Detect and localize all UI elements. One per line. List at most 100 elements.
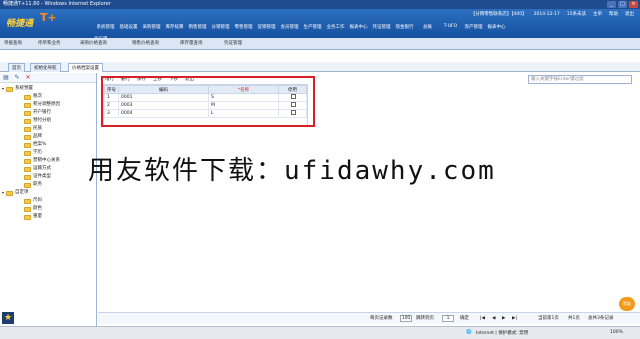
code-cell[interactable]: 0004 <box>118 109 209 118</box>
jump-page-input[interactable]: 1 <box>442 315 454 322</box>
menu-item[interactable]: 采购管理 <box>140 24 163 30</box>
name-cell[interactable]: M <box>208 101 279 110</box>
unread-messages-link[interactable]: 15条未读 <box>567 11 586 18</box>
menu-item[interactable]: 总账 <box>416 24 439 30</box>
menu-item[interactable]: 报表中心 <box>485 24 508 30</box>
disabled-checkbox[interactable] <box>291 94 296 99</box>
column-header-no[interactable]: 序号 <box>104 85 119 94</box>
column-header-code[interactable]: 编码 <box>118 85 209 94</box>
name-cell[interactable]: S <box>208 93 279 102</box>
tree-node[interactable]: 尺码 <box>0 197 96 205</box>
tree-node[interactable]: ▾ 自定项 <box>0 189 96 197</box>
star-icon[interactable]: ★ <box>2 312 14 324</box>
tree-node-label: 职务 <box>33 182 42 187</box>
menu-item[interactable]: 生产管理 <box>301 24 324 30</box>
column-header-disabled[interactable]: 停用 <box>278 85 307 94</box>
folder-icon <box>24 110 31 116</box>
minimize-button[interactable]: _ <box>607 1 616 8</box>
menu-item[interactable]: 会员管理 <box>278 24 301 30</box>
total-records-text: 总共3条记录 <box>588 316 614 321</box>
menu-item[interactable]: 分销管理 <box>209 24 232 30</box>
menu-item[interactable]: 资产管理 <box>462 24 485 30</box>
folder-icon <box>24 214 31 220</box>
table-row[interactable]: 1 0001 S <box>104 93 307 102</box>
quick-tab[interactable]: 单据查询 <box>4 40 22 48</box>
menu-item[interactable]: 零售管理 <box>232 24 255 30</box>
tab-init-guide[interactable]: 初始化导航 <box>30 63 61 72</box>
menu-item[interactable]: 凭证管理 <box>370 24 393 30</box>
maximize-button[interactable]: □ <box>618 1 627 8</box>
company-info[interactable]: 【分销零售联系店】【400】 <box>471 11 527 18</box>
delete-icon[interactable]: ✕ <box>25 75 31 81</box>
tree-node[interactable]: 学历 <box>0 149 96 157</box>
disabled-checkbox[interactable] <box>291 102 296 107</box>
last-page-icon[interactable]: ▶| <box>512 315 517 323</box>
quick-tab[interactable]: 凭证管理 <box>224 40 242 48</box>
filter-input[interactable]: 输入关键字按Enter键过滤 <box>528 75 632 84</box>
tree-node[interactable]: 营销中心关系 <box>0 157 96 165</box>
main-content: 增行 删行 保存 上移 下移 退出 输入关键字按Enter键过滤 序号 编码 *… <box>98 73 640 313</box>
logout-link[interactable]: 退出 <box>625 11 634 18</box>
quick-tab[interactable]: 库存量查询 <box>180 40 203 48</box>
tree-node[interactable]: 颜色 <box>0 205 96 213</box>
help-button[interactable]: 帮助 <box>619 297 635 311</box>
prev-page-icon[interactable]: ◀ <box>492 315 495 323</box>
close-button[interactable]: × <box>629 1 638 8</box>
next-page-icon[interactable]: ▶ <box>502 315 505 323</box>
quick-tab[interactable]: 停单和业务 <box>38 40 61 48</box>
total-pages-text: 共1页 <box>568 316 580 321</box>
tree-node[interactable]: 民族 <box>0 125 96 133</box>
edit-icon[interactable]: ✎ <box>14 75 20 81</box>
home-link[interactable]: 主单 <box>593 11 602 18</box>
tree-node[interactable]: 积分调整原因 <box>0 101 96 109</box>
save-button[interactable]: 保存 <box>135 76 148 82</box>
tab-price-archive[interactable]: 价格档案设置 <box>68 63 103 72</box>
menu-item[interactable]: 促销管理 <box>255 24 278 30</box>
tree-node[interactable]: 运输方式 <box>0 165 96 173</box>
tree-node[interactable]: 重量 <box>0 213 96 221</box>
tree-node[interactable]: 税次 <box>0 93 96 101</box>
menu-item[interactable]: 系统管理 <box>94 24 117 30</box>
quick-tab[interactable]: 采购价格查询 <box>80 40 107 48</box>
help-link[interactable]: 帮助 <box>609 11 618 18</box>
tree-node[interactable]: 职务 <box>0 181 96 189</box>
menu-item[interactable]: 报表中心 <box>347 24 370 30</box>
tree-node[interactable]: 品牌 <box>0 133 96 141</box>
tree-node[interactable]: 证件类型 <box>0 173 96 181</box>
menu-item[interactable]: T-UFO <box>439 24 462 30</box>
login-date: 2014-12-17 <box>533 12 560 17</box>
zoom-level[interactable]: 100% <box>610 330 623 335</box>
menu-item[interactable]: 库存核算 <box>163 24 186 30</box>
left-toolbar: ▤ ✎ ✕ <box>0 73 96 83</box>
app-logo: 畅捷通 <box>6 19 34 29</box>
disabled-cell <box>278 101 307 110</box>
column-header-name[interactable]: *名称 <box>208 85 279 94</box>
move-down-button[interactable]: 下移 <box>167 76 180 82</box>
table-row[interactable]: 2 0003 M <box>104 101 307 110</box>
menu-item[interactable]: 销售管理 <box>186 24 209 30</box>
disabled-checkbox[interactable] <box>291 110 296 115</box>
name-cell[interactable]: L <box>208 109 279 118</box>
first-page-icon[interactable]: |◀ <box>480 315 485 323</box>
logo-mark: T+ <box>40 11 57 24</box>
menu-item[interactable]: 现金银行 <box>393 24 416 30</box>
security-zone-text[interactable]: Internet | 保护模式: 禁用 <box>476 330 528 336</box>
tree-node[interactable]: 档案% <box>0 141 96 149</box>
confirm-button[interactable]: 确定 <box>460 315 469 323</box>
exit-button[interactable]: 退出 <box>183 76 196 82</box>
tree-node[interactable]: ▾ 系统预置 <box>0 85 96 93</box>
new-icon[interactable]: ▤ <box>3 75 9 81</box>
tree-node[interactable]: 预付分组 <box>0 117 96 125</box>
tree-node[interactable]: 开户银行 <box>0 109 96 117</box>
code-cell[interactable]: 0003 <box>118 101 209 110</box>
tab-home[interactable]: 首页 <box>8 63 25 72</box>
move-up-button[interactable]: 上移 <box>151 76 164 82</box>
quick-tab[interactable]: 销售价格查询 <box>132 40 159 48</box>
menu-item[interactable]: 基础设置 <box>117 24 140 30</box>
code-cell[interactable]: 0001 <box>118 93 209 102</box>
per-page-input[interactable]: 100 <box>400 315 412 322</box>
delete-row-button[interactable]: 删行 <box>119 76 132 82</box>
menu-item[interactable]: 业务工作 <box>324 24 347 30</box>
add-row-button[interactable]: 增行 <box>103 76 116 82</box>
table-row[interactable]: 3 0004 L <box>104 109 307 118</box>
